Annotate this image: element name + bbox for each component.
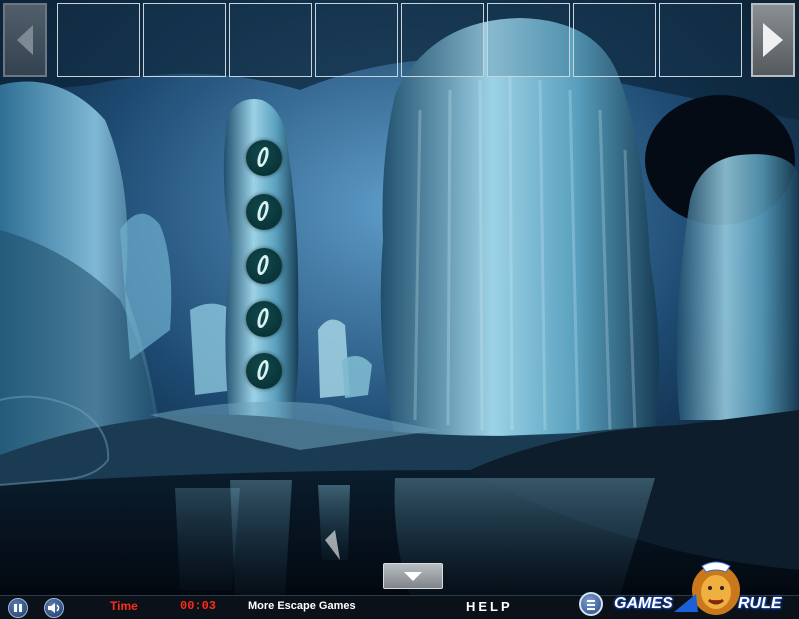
timer-value: 00:03: [180, 599, 217, 613]
down-arrow-icon: [404, 572, 422, 581]
inventory-bar: [0, 0, 799, 82]
left-arrow-icon: [17, 25, 33, 55]
pillar-symbol-button-1[interactable]: [246, 140, 282, 176]
speaker-icon: [48, 603, 60, 613]
menu-icon: [587, 600, 595, 602]
logo-left-word: GAMES: [614, 595, 673, 612]
inventory-next-button[interactable]: [751, 3, 795, 77]
gamesrule-logo[interactable]: GAMES RULE: [612, 560, 792, 619]
inventory-prev-button[interactable]: [3, 3, 47, 77]
sound-button[interactable]: [44, 598, 64, 618]
pillar-symbol-button-2[interactable]: [246, 194, 282, 230]
inventory-slot-3[interactable]: [229, 3, 312, 77]
inventory-slot-8[interactable]: [659, 3, 742, 77]
pause-button[interactable]: [8, 598, 28, 618]
oval-glyph-icon: [255, 201, 271, 221]
right-arrow-icon: [763, 23, 783, 57]
menu-button[interactable]: [579, 592, 603, 616]
pillar-symbol-button-3[interactable]: [246, 248, 282, 284]
inventory-slot-4[interactable]: [315, 3, 398, 77]
cave-scene: [0, 0, 799, 595]
pillar-symbol-button-5[interactable]: [246, 353, 282, 389]
inventory-slot-1[interactable]: [57, 3, 140, 77]
pillar-symbol-button-4[interactable]: [246, 301, 282, 337]
help-button[interactable]: HELP: [466, 599, 513, 614]
oval-glyph-icon: [255, 255, 271, 275]
oval-glyph-icon: [255, 147, 271, 167]
logo-right-word: RULE: [738, 595, 782, 612]
game-stage: Time 00:03 More Escape Games HELP GAMES …: [0, 0, 799, 619]
scene-back-button[interactable]: [383, 563, 443, 589]
inventory-slot-7[interactable]: [573, 3, 656, 77]
more-escape-games-link[interactable]: More Escape Games: [248, 600, 356, 612]
time-label: Time: [110, 599, 138, 613]
oval-glyph-icon: [255, 360, 271, 380]
inventory-slot-2[interactable]: [143, 3, 226, 77]
pause-icon: [14, 604, 22, 612]
oval-glyph-icon: [255, 308, 271, 328]
inventory-slot-5[interactable]: [401, 3, 484, 77]
inventory-slot-6[interactable]: [487, 3, 570, 77]
